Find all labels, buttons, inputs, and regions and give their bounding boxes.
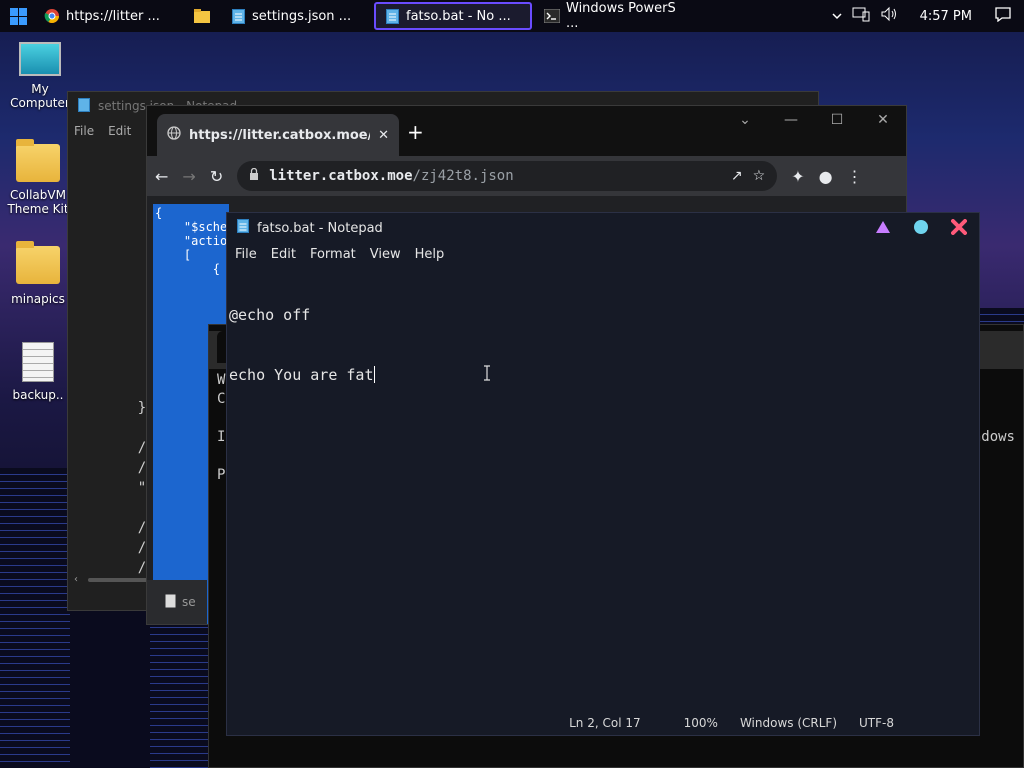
text-editor[interactable]: @echo off echo You are fat — [229, 265, 979, 711]
new-tab-button[interactable]: + — [407, 120, 424, 144]
system-tray: 4:57 PM — [832, 6, 1024, 26]
url-host: litter.catbox.moe — [269, 168, 413, 184]
menu-file[interactable]: File — [74, 124, 94, 138]
back-icon[interactable]: ← — [155, 167, 168, 186]
tab-strip: https://litter.catbox.moe/zj42t8.json ✕ … — [147, 106, 906, 156]
monitor-icon — [19, 42, 61, 76]
notepad-icon — [78, 97, 90, 115]
forward-icon[interactable]: → — [182, 167, 195, 186]
start-button[interactable] — [0, 0, 36, 32]
notepad-icon — [230, 8, 246, 24]
close-tab-icon[interactable]: ✕ — [378, 128, 389, 143]
maximize-icon[interactable] — [913, 219, 929, 239]
powershell-icon — [544, 8, 560, 24]
windows-logo-icon — [9, 7, 27, 25]
tab-search-icon[interactable]: ⌄ — [722, 112, 768, 128]
taskbar-item-settings-notepad[interactable]: settings.json ... — [222, 2, 370, 30]
menu-edit[interactable]: Edit — [108, 124, 131, 138]
desktop-icon-label: backup.. — [12, 388, 64, 402]
editor-line-2: echo You are fat — [229, 366, 375, 384]
json-line: [ — [155, 248, 192, 262]
menu-file[interactable]: File — [235, 247, 257, 262]
json-line: { — [155, 262, 221, 276]
status-bar: Ln 2, Col 17 100% Windows (CRLF) UTF-8 — [227, 711, 979, 735]
share-icon[interactable]: ↗ — [731, 168, 743, 184]
menu-format[interactable]: Format — [310, 247, 356, 262]
fatso-notepad-window[interactable]: fatso.bat - Notepad File Edit Format Vie… — [226, 212, 980, 736]
address-bar[interactable]: litter.catbox.moe/zj42t8.json ↗ ☆ — [237, 161, 778, 191]
taskbar-item-fatso-notepad[interactable]: fatso.bat - No ... — [374, 2, 532, 30]
taskbar-item-label: settings.json ... — [252, 8, 352, 24]
window-title: fatso.bat - Notepad — [257, 220, 383, 236]
chrome-icon — [44, 8, 60, 24]
taskbar: https://litter ... settings.json ... fat… — [0, 0, 1024, 32]
close-icon[interactable]: ✕ — [860, 112, 906, 128]
profile-icon[interactable]: ● — [819, 167, 833, 186]
taskbar-item-label: fatso.bat - No ... — [406, 8, 511, 24]
browser-tab[interactable]: https://litter.catbox.moe/zj42t8.json ✕ — [157, 114, 399, 156]
volume-icon[interactable] — [880, 6, 898, 26]
extensions-icon[interactable]: ✦ — [791, 167, 804, 186]
desktop-icon-collabvm-theme-kit[interactable]: CollabVM Theme Kit — [4, 139, 72, 217]
chevron-up-icon[interactable] — [832, 9, 842, 24]
bookmark-star-icon[interactable]: ☆ — [753, 168, 766, 184]
desktop-icon-label: CollabVM Theme Kit — [7, 188, 69, 217]
tab-title: https://litter.catbox.moe/zj42t8.json — [189, 127, 370, 143]
file-explorer-icon — [194, 8, 210, 24]
more-menu-icon[interactable]: ⋮ — [847, 167, 863, 186]
network-icon[interactable] — [852, 6, 870, 26]
menu-view[interactable]: View — [370, 247, 401, 262]
window-controls — [875, 219, 967, 239]
globe-icon — [167, 126, 181, 144]
status-zoom: 100% — [683, 716, 718, 730]
download-label: se — [182, 595, 196, 609]
horizontal-scrollbar[interactable]: ‹ — [74, 574, 154, 585]
minimize-icon[interactable] — [875, 220, 891, 238]
ibeam-cursor-icon — [429, 345, 491, 381]
browser-toolbar: ← → ↻ litter.catbox.moe/zj42t8.json ↗ ☆ … — [147, 156, 906, 196]
menu-edit[interactable]: Edit — [271, 247, 296, 262]
window-controls: ⌄ — ☐ ✕ — [722, 112, 906, 128]
reload-icon[interactable]: ↻ — [210, 167, 223, 186]
notepad-icon — [384, 8, 400, 24]
taskbar-item-file-explorer[interactable] — [186, 2, 222, 30]
taskbar-item-label: Windows PowerS ... — [566, 1, 676, 31]
desktop-icon-label: My Computer — [10, 82, 70, 111]
folder-icon — [16, 139, 60, 182]
minimize-icon[interactable]: — — [768, 112, 814, 128]
desktop-icon-minapics[interactable]: minapics — [4, 241, 72, 306]
desktop-icon-my-computer[interactable]: My Computer — [6, 42, 74, 111]
close-icon[interactable] — [951, 219, 967, 239]
json-line: "actio — [155, 234, 228, 248]
status-position: Ln 2, Col 17 — [569, 716, 641, 730]
maximize-icon[interactable]: ☐ — [814, 112, 860, 128]
folder-icon — [16, 241, 60, 284]
json-line: { — [155, 206, 163, 220]
lock-icon — [249, 167, 259, 184]
status-eol: Windows (CRLF) — [739, 716, 838, 730]
document-icon — [22, 342, 54, 382]
taskbar-item-label: https://litter ... — [66, 8, 160, 24]
editor-line-1: @echo off — [229, 306, 311, 324]
json-line: "$sche — [155, 220, 228, 234]
document-icon — [165, 594, 176, 611]
desktop-icon-label: minapics — [11, 292, 65, 306]
text-caret — [373, 366, 375, 383]
chevron-left-icon[interactable]: ‹ — [74, 574, 78, 585]
menu-help[interactable]: Help — [415, 247, 445, 262]
download-item[interactable]: se — [147, 580, 207, 624]
desktop-icon-backup[interactable]: backup.. — [4, 342, 72, 402]
notification-icon[interactable] — [994, 6, 1012, 26]
notepad-icon — [237, 219, 249, 237]
title-bar[interactable]: fatso.bat - Notepad — [227, 213, 979, 243]
taskbar-item-chrome[interactable]: https://litter ... — [36, 2, 186, 30]
status-encoding: UTF-8 — [859, 716, 894, 730]
taskbar-item-powershell[interactable]: Windows PowerS ... — [536, 1, 686, 31]
menu-bar: File Edit Format View Help — [227, 243, 979, 265]
url-path: /zj42t8.json — [412, 168, 514, 184]
clock[interactable]: 4:57 PM — [920, 9, 972, 24]
